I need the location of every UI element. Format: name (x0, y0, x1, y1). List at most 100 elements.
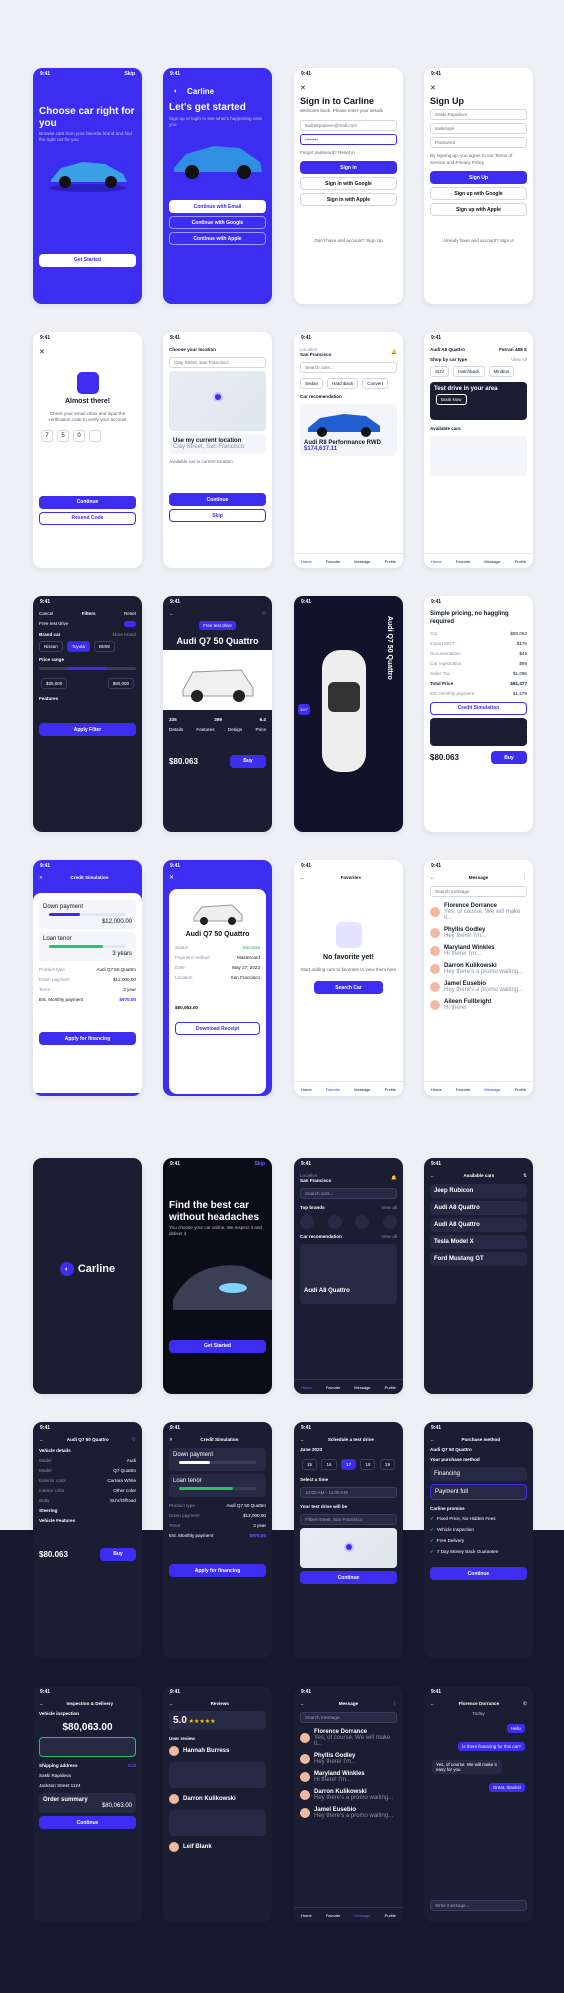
brand-icon[interactable] (382, 1214, 397, 1229)
back-icon[interactable]: ← (39, 1437, 44, 1442)
tab-details[interactable]: Details (169, 727, 183, 732)
message-item[interactable]: Darron Kulikowski Hey there's a promo wai… (424, 960, 533, 978)
continue-button[interactable]: Continue (300, 1571, 397, 1584)
location-search[interactable]: Clay Street. San Francisco (169, 357, 266, 368)
password-field[interactable]: •••••••• (300, 133, 397, 145)
nav-home[interactable]: Home (301, 1087, 312, 1092)
message-item[interactable]: Maryland Winkles Hi there! I'm... (294, 1768, 403, 1786)
search-input[interactable]: Search cars... (300, 362, 397, 373)
nav-home[interactable]: Home (431, 1087, 442, 1092)
skip-button[interactable]: Skip (124, 71, 135, 77)
signin-button[interactable]: Sign in (300, 161, 397, 175)
brand-icon[interactable] (300, 1214, 314, 1229)
bell-icon[interactable]: 🔔 (391, 1175, 397, 1181)
google-signup-button[interactable]: Sign up with Google (430, 187, 527, 201)
nav-profile[interactable]: Profile (385, 1385, 396, 1390)
nav-profile[interactable]: Profile (515, 559, 526, 564)
tab-price[interactable]: Price (256, 727, 266, 732)
otp-digit[interactable]: 5 (57, 429, 69, 442)
day-option[interactable]: 19 (379, 1458, 395, 1470)
skip-button[interactable]: Skip (254, 1161, 265, 1167)
message-item[interactable]: Jamel Eusebio Hey there's a promo waiting… (424, 978, 533, 996)
edit-address-link[interactable]: Edit (128, 1763, 136, 1768)
continue-google-button[interactable]: Continue with Google (169, 216, 266, 230)
nav-message[interactable]: Message (354, 559, 370, 564)
nav-home[interactable]: Home (301, 1913, 312, 1918)
car-card[interactable]: Audi R8 Performance RWD $174,637.11 (300, 404, 397, 456)
credit-simulation-button[interactable]: Credit Simulation (430, 701, 527, 715)
nav-profile[interactable]: Profile (385, 1913, 396, 1918)
continue-button[interactable]: Continue (39, 1816, 136, 1829)
bell-icon[interactable]: 🔔 (391, 349, 397, 355)
car-card[interactable] (430, 436, 527, 476)
username-field[interactable]: saskirapi/ (430, 123, 527, 135)
back-icon[interactable]: ← (430, 1173, 435, 1178)
search-input[interactable]: Search cars... (300, 1188, 397, 1199)
nav-profile[interactable]: Profile (385, 559, 396, 564)
nav-message[interactable]: Message (484, 559, 500, 564)
nav-message[interactable]: Message (354, 1913, 370, 1918)
more-icon[interactable]: ⋮ (522, 875, 527, 881)
more-brand-link[interactable]: More brand (113, 632, 137, 637)
back-icon[interactable]: ← (39, 1701, 44, 1706)
day-option[interactable]: 18 (360, 1458, 376, 1470)
test-drive-banner[interactable] (430, 717, 527, 746)
otp-inputs[interactable]: 750 (33, 426, 142, 446)
brand-bmw[interactable]: BMW (94, 641, 116, 652)
back-icon[interactable]: ← (169, 1701, 174, 1706)
book-now-button[interactable]: Book Now (436, 394, 467, 405)
filter-icon[interactable]: ⇅ (523, 1173, 527, 1179)
heart-icon[interactable]: ♡ (262, 611, 266, 617)
reset-button[interactable]: Reset (124, 611, 136, 616)
brand-toyota[interactable]: Toyota (66, 641, 91, 652)
brand-icon[interactable] (327, 1214, 342, 1229)
resend-button[interactable]: Resend Code (39, 511, 136, 525)
signup-link[interactable]: Don't have and account? Sign Up (294, 236, 403, 246)
google-signin-button[interactable]: Sign in with Google (300, 177, 397, 191)
back-icon[interactable]: ← (300, 875, 305, 880)
name-field[interactable]: Saski Rapideva (430, 109, 527, 121)
location-label[interactable]: San Francisco (300, 1178, 331, 1183)
message-input[interactable]: Write message... (430, 1900, 527, 1911)
type-suv[interactable]: SUV (430, 366, 450, 377)
apply-financing-button[interactable]: Apply for financing (39, 1032, 136, 1045)
message-item[interactable]: Jamel Eusebio Hey there's a promo waiting… (294, 1804, 403, 1822)
buy-button[interactable]: Buy (491, 751, 527, 765)
forgot-link[interactable]: Forgot password? Reset in (294, 148, 403, 158)
close-icon[interactable]: ✕ (169, 1437, 173, 1443)
message-item[interactable]: Maryland Winkles Hi there! I'm... (424, 942, 533, 960)
message-item[interactable]: Darron Kulikowski Hey there's a promo wai… (294, 1786, 403, 1804)
type-minibus[interactable]: Minibus (488, 366, 515, 377)
nav-home[interactable]: Home (301, 559, 312, 564)
nav-profile[interactable]: Profile (385, 1087, 396, 1092)
close-icon[interactable]: ✕ (294, 80, 403, 96)
download-receipt-button[interactable]: Download Receipt (175, 1022, 260, 1035)
category-hatchback[interactable]: Hatchback (327, 378, 359, 389)
continue-button[interactable]: Continue (430, 1567, 527, 1580)
view-all-link[interactable]: View all (381, 1205, 397, 1210)
tab-design[interactable]: Design (228, 727, 242, 732)
continue-apple-button[interactable]: Continue with Apple (169, 232, 266, 246)
message-item[interactable]: Phyllis Godley Hey there! I'm... (294, 1750, 403, 1768)
financing-option[interactable]: Financing (430, 1467, 527, 1481)
nav-message[interactable]: Message (484, 1087, 500, 1092)
nav-favorite[interactable]: Favorite (326, 1385, 340, 1390)
type-hatchback[interactable]: Hatchback (453, 366, 485, 377)
car-card[interactable]: Audi A8 Quattro (430, 1201, 527, 1215)
tab-features[interactable]: Features (196, 727, 214, 732)
close-icon[interactable]: ✕ (163, 872, 272, 883)
get-started-button[interactable]: Get Started (169, 1339, 266, 1353)
back-icon[interactable]: ← (430, 1437, 435, 1442)
apple-signup-button[interactable]: Sign up with Apple (430, 203, 527, 217)
nav-favorite[interactable]: Favorite (326, 559, 340, 564)
phone-icon[interactable]: ✆ (523, 1701, 527, 1707)
back-icon[interactable]: ← (430, 875, 435, 880)
signup-button[interactable]: Sign Up (430, 171, 527, 185)
car-card[interactable]: Audi A8 Quattro (300, 1244, 397, 1304)
features-section[interactable]: Vehicle Features (39, 1518, 75, 1523)
price-slider[interactable] (39, 667, 136, 670)
close-icon[interactable]: ✕ (39, 875, 43, 881)
more-icon[interactable]: ⋮ (392, 1701, 397, 1707)
nav-favorite[interactable]: Favorite (326, 1087, 340, 1092)
back-icon[interactable]: ← (169, 611, 174, 616)
